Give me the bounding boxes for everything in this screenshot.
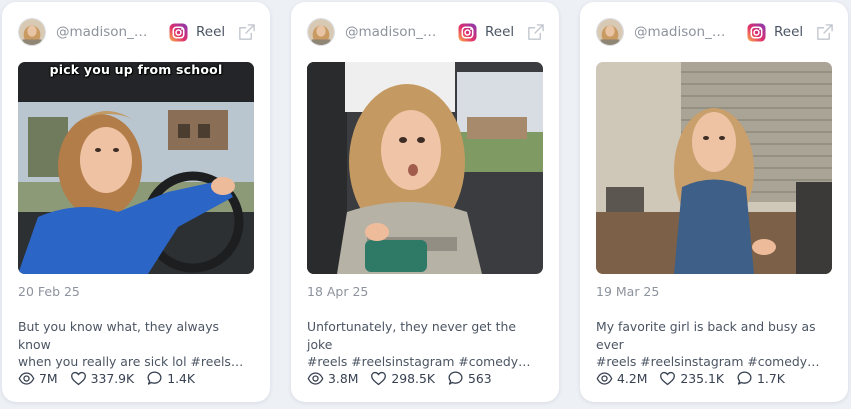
views-count: 7M [39, 371, 58, 386]
likes-stat: 298.5K [370, 370, 435, 387]
post-caption: Unfortunately, they never get the joke #… [307, 319, 531, 369]
post-type-label: Reel [196, 24, 226, 40]
instagram-icon [169, 22, 188, 42]
heart-icon [660, 371, 676, 386]
eye-icon [18, 372, 35, 385]
author-handle[interactable]: @madison_hu… [345, 24, 444, 40]
post-type-label: Reel [485, 24, 515, 40]
views-stat: 4.2M [596, 370, 647, 387]
views-stat: 7M [18, 370, 58, 387]
eye-icon [307, 372, 324, 385]
views-count: 4.2M [617, 371, 648, 386]
reel-thumbnail[interactable] [307, 62, 543, 274]
likes-count: 298.5K [391, 371, 436, 386]
post-date: 18 Apr 25 [307, 284, 369, 299]
reel-card[interactable]: @madison_hu… Reel [580, 2, 848, 402]
card-header: @madison_hu… Reel [18, 16, 256, 48]
comments-count: 1.4K [167, 371, 196, 386]
engagement-stats: 4.2M 235.1K 1.7K [596, 370, 797, 387]
thumbnail-overlay-text: pick you up from school [49, 62, 223, 77]
author-handle[interactable]: @madison_hu… [634, 24, 733, 40]
heart-icon [70, 371, 86, 386]
comments-count: 1.7K [757, 371, 785, 386]
comment-icon [448, 371, 463, 385]
external-link-icon[interactable] [815, 23, 834, 42]
avatar[interactable] [18, 18, 46, 46]
comments-stat: 1.7K [736, 370, 785, 387]
author-handle[interactable]: @madison_hu… [56, 24, 155, 40]
external-link-icon[interactable] [526, 23, 545, 42]
avatar[interactable] [596, 18, 624, 46]
reel-card[interactable]: @madison_hu… Reel [2, 2, 270, 402]
likes-count: 235.1K [680, 371, 725, 386]
card-header: @madison_hu… Reel [307, 16, 545, 48]
avatar[interactable] [307, 18, 335, 46]
post-caption: But you know what, they always know when… [18, 319, 244, 369]
reel-thumbnail[interactable]: pick you up from school [18, 62, 254, 274]
card-header: @madison_hu… Reel [596, 16, 834, 48]
comments-stat: 1.4K [146, 370, 195, 387]
comments-stat: 563 [447, 370, 492, 387]
likes-count: 337.9K [90, 371, 135, 386]
engagement-stats: 7M 337.9K 1.4K [18, 370, 207, 387]
reel-card[interactable]: @madison_hu… Reel [291, 2, 559, 402]
likes-stat: 337.9K [70, 370, 135, 387]
likes-stat: 235.1K [659, 370, 724, 387]
post-caption: My favorite girl is back and busy as eve… [596, 319, 820, 369]
views-count: 3.8M [328, 371, 359, 386]
post-type-label: Reel [774, 24, 804, 40]
instagram-icon [458, 22, 477, 42]
engagement-stats: 3.8M 298.5K 563 [307, 370, 504, 387]
post-date: 20 Feb 25 [18, 284, 80, 299]
comment-icon [147, 371, 162, 385]
instagram-icon [747, 22, 766, 42]
eye-icon [596, 372, 613, 385]
comment-icon [737, 371, 752, 385]
post-date: 19 Mar 25 [596, 284, 660, 299]
heart-icon [371, 371, 387, 386]
views-stat: 3.8M [307, 370, 358, 387]
comments-count: 563 [468, 371, 492, 386]
reel-thumbnail[interactable] [596, 62, 832, 274]
external-link-icon[interactable] [237, 23, 256, 42]
